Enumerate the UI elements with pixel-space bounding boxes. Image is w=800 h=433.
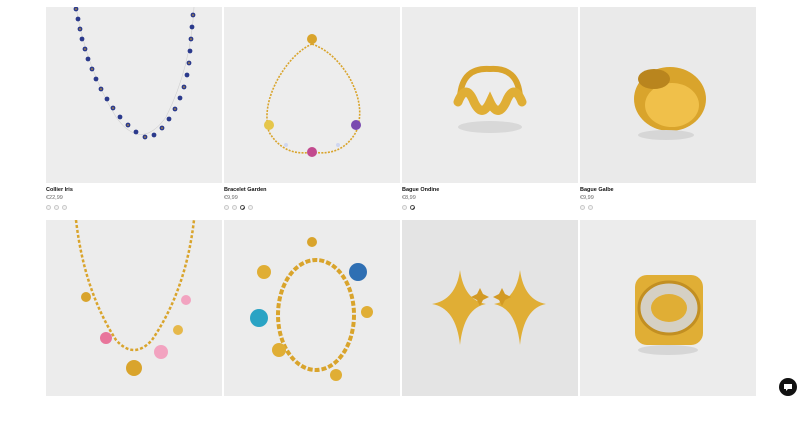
color-swatch[interactable] (248, 205, 253, 210)
product-name[interactable]: Collier Iris (46, 187, 222, 194)
product-card[interactable] (402, 220, 578, 433)
color-swatch-selected[interactable] (240, 205, 245, 210)
product-grid: Collier Iris €22,99 Bracelet Garden €9,9… (46, 7, 756, 433)
product-card[interactable] (224, 220, 400, 433)
color-swatches (46, 205, 222, 210)
color-swatch[interactable] (232, 205, 237, 210)
color-swatch[interactable] (580, 205, 585, 210)
product-card[interactable]: Bague Galbe €9,99 (580, 7, 756, 220)
product-image[interactable] (224, 7, 400, 183)
product-card[interactable]: Bague Ondine €8,99 (402, 7, 578, 220)
chat-bubble-icon (784, 384, 792, 391)
product-name[interactable]: Bague Galbe (580, 187, 756, 194)
color-swatches (224, 205, 400, 210)
product-price: €9,99 (224, 195, 238, 201)
product-price: €9,99 (580, 195, 594, 201)
product-card[interactable] (46, 220, 222, 433)
color-swatch[interactable] (54, 205, 59, 210)
color-swatch-selected[interactable] (410, 205, 415, 210)
color-swatches (402, 205, 578, 210)
color-swatches (580, 205, 756, 210)
product-image[interactable] (580, 7, 756, 183)
chat-button[interactable] (779, 378, 797, 396)
product-image[interactable] (580, 220, 756, 396)
product-image[interactable] (402, 220, 578, 396)
color-swatch[interactable] (224, 205, 229, 210)
product-card[interactable]: Collier Iris €22,99 (46, 7, 222, 220)
product-name[interactable]: Bague Ondine (402, 187, 578, 194)
product-name[interactable]: Bracelet Garden (224, 187, 400, 194)
product-price: €22,99 (46, 195, 63, 201)
color-swatch[interactable] (46, 205, 51, 210)
product-card[interactable]: Bracelet Garden €9,99 (224, 7, 400, 220)
color-swatch[interactable] (402, 205, 407, 210)
color-swatch[interactable] (588, 205, 593, 210)
product-image[interactable] (46, 220, 222, 396)
product-card[interactable] (580, 220, 756, 433)
product-price: €8,99 (402, 195, 416, 201)
product-image[interactable] (402, 7, 578, 183)
product-image[interactable] (224, 220, 400, 396)
color-swatch[interactable] (62, 205, 67, 210)
product-image[interactable] (46, 7, 222, 183)
